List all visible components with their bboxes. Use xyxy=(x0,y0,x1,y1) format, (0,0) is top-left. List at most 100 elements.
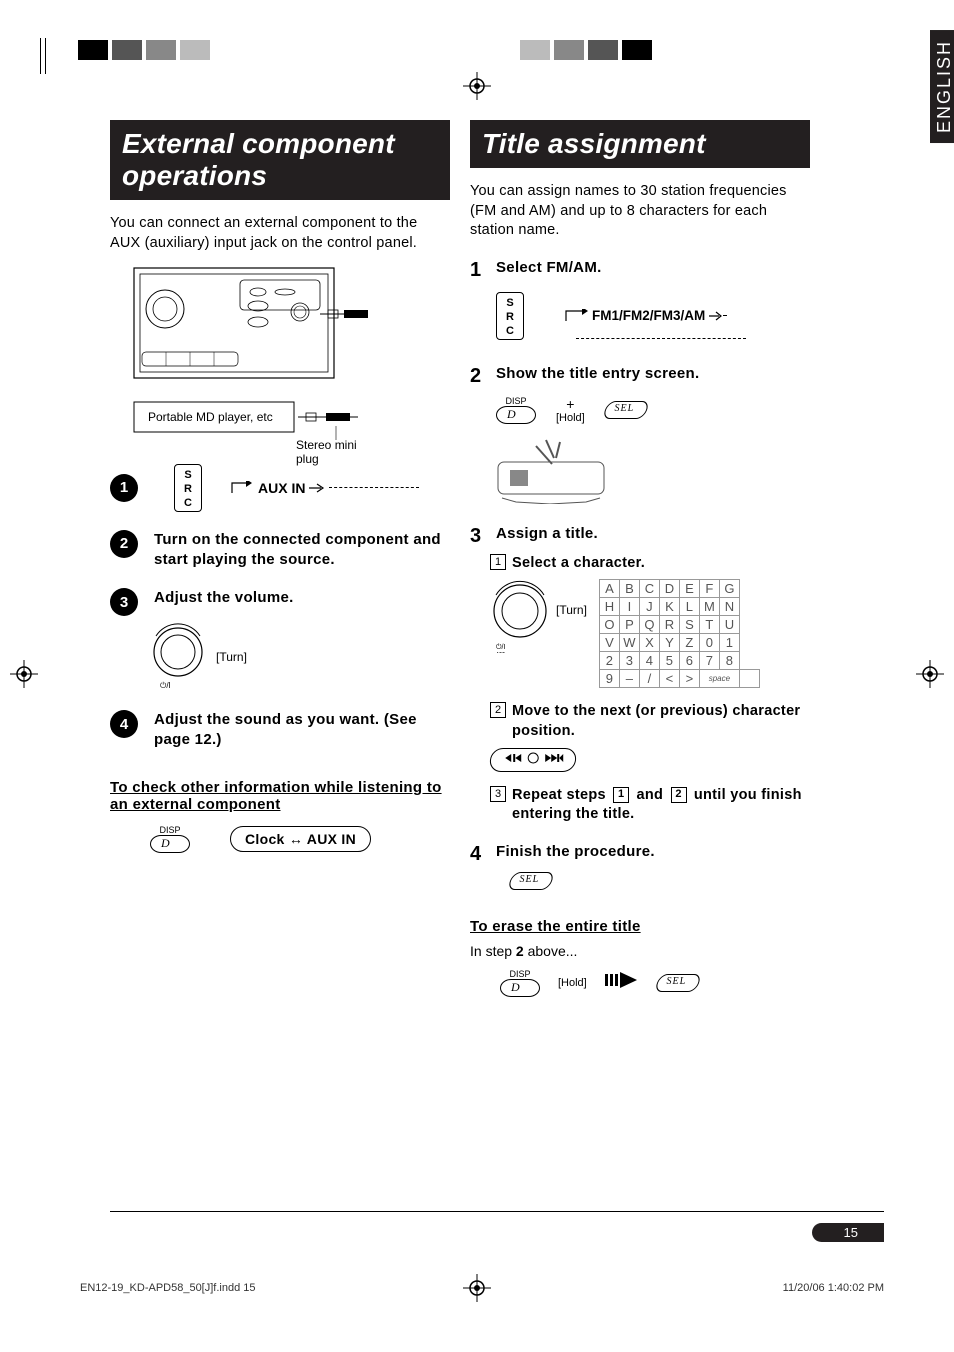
arrow-elbow-icon xyxy=(230,481,254,495)
hold-label: [Hold] xyxy=(556,412,585,424)
char-cell: 8 xyxy=(719,652,739,670)
arrow-right-icon xyxy=(709,311,723,321)
char-cell: < xyxy=(659,670,679,688)
char-cell: Q xyxy=(639,616,659,634)
rstep-4-text: Finish the procedure. xyxy=(496,843,810,860)
char-cell: H xyxy=(599,598,619,616)
rstep-3: 3 Assign a title. xyxy=(470,525,810,548)
footer-metadata: EN12-19_KD-APD58_50[J]f.indd 15 11/20/06… xyxy=(80,1282,884,1294)
step-1: 1 SRC AUX IN xyxy=(110,464,450,512)
char-cell: 4 xyxy=(639,652,659,670)
rstep-4: 4 Finish the procedure. xyxy=(470,843,810,866)
char-cell: U xyxy=(719,616,739,634)
char-cell: E xyxy=(679,580,699,598)
char-cell: 0 xyxy=(699,634,719,652)
sub-number-2: 2 xyxy=(490,702,506,718)
check-info-heading: To check other information while listeni… xyxy=(110,779,450,813)
rstep-1-figure: SRC FM1/FM2/FM3/AM xyxy=(496,292,810,340)
register-target-icon xyxy=(10,660,38,688)
char-cell: Y xyxy=(659,634,679,652)
char-cell: – xyxy=(619,670,639,688)
char-cell xyxy=(739,670,759,688)
char-cell: N xyxy=(719,598,739,616)
rstep-2-figure: DISP + [Hold] xyxy=(496,396,810,424)
char-cell: Z xyxy=(679,634,699,652)
sel-button xyxy=(601,401,650,419)
char-cell: 6 xyxy=(679,652,699,670)
step-2-text: Turn on the connected component and star… xyxy=(154,530,450,571)
erase-heading: To erase the entire title xyxy=(470,918,810,935)
hold-label: [Hold] xyxy=(558,977,587,989)
rstep-3-sub3: 3 Repeat steps 1 and 2 until you finish … xyxy=(490,786,810,825)
fast-arrow-icon xyxy=(605,970,639,995)
char-cell: 9 xyxy=(599,670,619,688)
char-cell: space xyxy=(699,670,739,688)
rstep-1-text: Select FM/AM. xyxy=(496,259,810,276)
step-3: 3 Adjust the volume. xyxy=(110,588,450,616)
right-column: Title assignment You can assign names to… xyxy=(470,120,810,997)
aux-in-label: AUX IN xyxy=(258,480,305,496)
nav-button-figure xyxy=(490,748,810,772)
char-cell: 5 xyxy=(659,652,679,670)
char-cell: 7 xyxy=(699,652,719,670)
page-content: External component operations You can co… xyxy=(110,120,884,1232)
step-number-4: 4 xyxy=(110,710,138,738)
rstep-4-figure xyxy=(510,872,810,890)
display-screen-figure xyxy=(496,434,810,509)
sub1-text: Select a character. xyxy=(512,554,810,574)
char-cell: R xyxy=(659,616,679,634)
sub-number-3: 3 xyxy=(490,786,506,802)
erase-intro: In step 2 above... xyxy=(470,943,810,959)
svg-text:⏻/I: ⏻/I xyxy=(160,681,171,690)
footer-timestamp: 11/20/06 1:40:02 PM xyxy=(783,1282,884,1294)
sel-button xyxy=(653,974,702,992)
char-cell: V xyxy=(599,634,619,652)
arrow-right-icon xyxy=(309,483,325,493)
step-4: 4 Adjust the sound as you want. (See pag… xyxy=(110,710,450,751)
page-number: 15 xyxy=(812,1223,884,1242)
section-heading-external: External component operations xyxy=(110,120,450,200)
char-cell: G xyxy=(719,580,739,598)
char-cell: I xyxy=(619,598,639,616)
rstep-3-sub1: 1 Select a character. xyxy=(490,554,810,574)
char-cell: P xyxy=(619,616,639,634)
rstep-1: 1 Select FM/AM. xyxy=(470,259,810,282)
erase-figure: DISP [Hold] xyxy=(500,969,810,997)
intro-text: You can connect an external component to… xyxy=(110,214,450,253)
step-number-2: 2 xyxy=(110,530,138,558)
char-cell: J xyxy=(639,598,659,616)
char-cell: C xyxy=(639,580,659,598)
character-grid: ABCDEFGHIJKLMNOPQRSTUVWXYZ0123456789–/<>… xyxy=(599,579,760,688)
fm-am-label: FM1/FM2/FM3/AM xyxy=(592,308,705,323)
language-tab: ENGLISH xyxy=(930,30,954,143)
char-cell: W xyxy=(619,634,639,652)
char-cell: 1 xyxy=(719,634,739,652)
disp-button: DISP xyxy=(150,825,190,853)
footer-file: EN12-19_KD-APD58_50[J]f.indd 15 xyxy=(80,1282,256,1294)
src-button: SRC xyxy=(174,464,202,512)
rstep-2-text: Show the title entry screen. xyxy=(496,365,810,382)
char-cell: D xyxy=(659,580,679,598)
char-cell: T xyxy=(699,616,719,634)
char-cell: X xyxy=(639,634,659,652)
char-cell: M xyxy=(699,598,719,616)
char-cell: K xyxy=(659,598,679,616)
char-cell: 2 xyxy=(599,652,619,670)
rstep-3-text: Assign a title. xyxy=(496,525,810,542)
sub2-text: Move to the next (or previous) character… xyxy=(512,702,810,741)
step-number-1: 1 xyxy=(110,474,138,502)
arrow-elbow-icon xyxy=(564,309,588,323)
volume-knob-figure: ⏻/I ATT [Turn] xyxy=(150,622,450,692)
plus-icon: + xyxy=(556,396,585,412)
char-cell: L xyxy=(679,598,699,616)
clock-auxin-box: Clock ↔ AUX IN xyxy=(230,826,371,852)
sub3-text: Repeat steps 1 and 2 until you finish en… xyxy=(512,786,810,825)
char-cell: / xyxy=(639,670,659,688)
turn-label: [Turn] xyxy=(216,650,247,664)
manual-page: ENGLISH External component operations Yo… xyxy=(0,0,954,1352)
char-cell: O xyxy=(599,616,619,634)
sub-number-1: 1 xyxy=(490,554,506,570)
char-cell: > xyxy=(679,670,699,688)
intro-text-right: You can assign names to 30 station frequ… xyxy=(470,182,810,241)
device-figure: Portable MD player, etc Stereo mini plug xyxy=(130,264,380,444)
